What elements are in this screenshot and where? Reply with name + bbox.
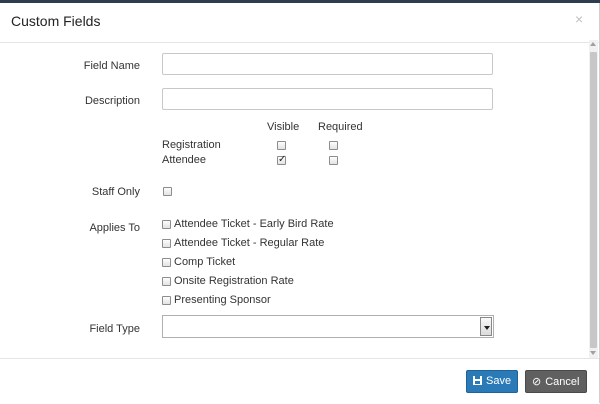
registration-visible-checkbox[interactable] bbox=[277, 141, 286, 150]
applies-to-item-label: Presenting Sponsor bbox=[174, 294, 271, 306]
applies-to-checkbox[interactable] bbox=[162, 220, 171, 229]
dialog-header: Custom Fields × bbox=[0, 3, 599, 43]
attendee-required-checkbox[interactable] bbox=[329, 156, 338, 165]
cancel-button[interactable]: ⊘ Cancel bbox=[525, 370, 587, 393]
field-type-select[interactable] bbox=[162, 315, 494, 338]
dialog-title: Custom Fields bbox=[11, 13, 101, 29]
attendee-row-label: Attendee bbox=[162, 154, 207, 166]
applies-to-item-label: Attendee Ticket - Regular Rate bbox=[174, 237, 325, 249]
registration-row-label: Registration bbox=[162, 139, 221, 151]
field-type-label: Field Type bbox=[89, 323, 140, 335]
applies-to-checkbox[interactable] bbox=[162, 277, 171, 286]
description-label: Description bbox=[84, 95, 140, 107]
applies-to-item-label: Onsite Registration Rate bbox=[174, 275, 294, 287]
save-button-label: Save bbox=[486, 375, 512, 387]
field-name-label: Field Name bbox=[83, 60, 140, 72]
applies-to-item-label: Attendee Ticket - Early Bird Rate bbox=[174, 218, 334, 230]
required-column-header: Required bbox=[318, 121, 363, 133]
attendee-visible-checkbox[interactable] bbox=[277, 154, 286, 165]
field-name-input[interactable] bbox=[162, 53, 493, 75]
save-button[interactable]: Save bbox=[466, 370, 518, 393]
scroll-down-arrow-icon[interactable] bbox=[590, 351, 596, 355]
floppy-disk-icon bbox=[473, 376, 482, 385]
ban-icon: ⊘ bbox=[532, 375, 542, 388]
staff-only-checkbox[interactable] bbox=[163, 187, 172, 196]
scroll-up-arrow-icon[interactable] bbox=[590, 42, 596, 46]
applies-to-checkbox[interactable] bbox=[162, 258, 171, 267]
chevron-down-icon[interactable] bbox=[480, 317, 492, 336]
scrollbar-thumb[interactable] bbox=[590, 52, 597, 348]
staff-only-label: Staff Only bbox=[91, 186, 140, 198]
applies-to-label: Applies To bbox=[89, 222, 140, 234]
close-icon[interactable]: × bbox=[575, 11, 583, 27]
description-input[interactable] bbox=[162, 88, 493, 110]
cancel-button-label: Cancel bbox=[545, 376, 580, 388]
applies-to-item-label: Comp Ticket bbox=[174, 256, 236, 268]
registration-required-checkbox[interactable] bbox=[329, 141, 338, 150]
applies-to-checkbox[interactable] bbox=[162, 296, 171, 305]
applies-to-checkbox[interactable] bbox=[162, 239, 171, 248]
visible-column-header: Visible bbox=[267, 121, 300, 133]
